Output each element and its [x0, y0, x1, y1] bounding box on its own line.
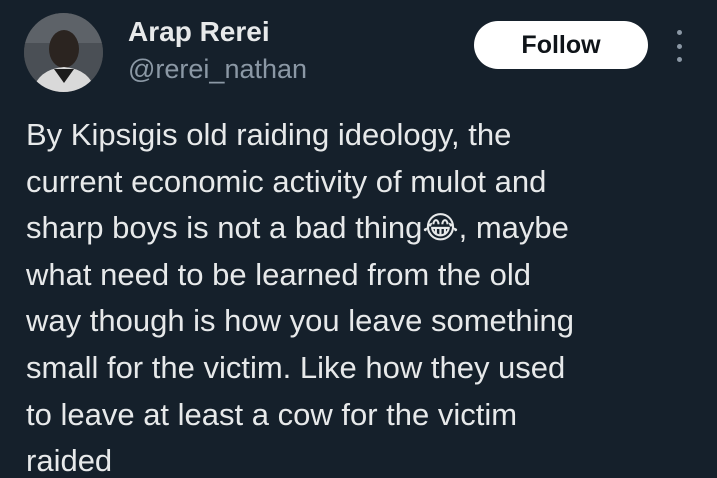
- follow-button[interactable]: Follow: [474, 21, 648, 69]
- more-dot: [676, 43, 682, 49]
- more-dot: [676, 57, 682, 62]
- more-vertical-icon[interactable]: [668, 30, 690, 62]
- profile-photo-icon: [24, 13, 103, 92]
- author-handle[interactable]: @rerei_nathan: [128, 52, 307, 86]
- more-dot: [676, 30, 682, 35]
- author-avatar[interactable]: [24, 13, 103, 92]
- tweet-text: By Kipsigis old raiding ideology, the cu…: [26, 117, 574, 478]
- author-display-name[interactable]: Arap Rerei: [128, 14, 270, 50]
